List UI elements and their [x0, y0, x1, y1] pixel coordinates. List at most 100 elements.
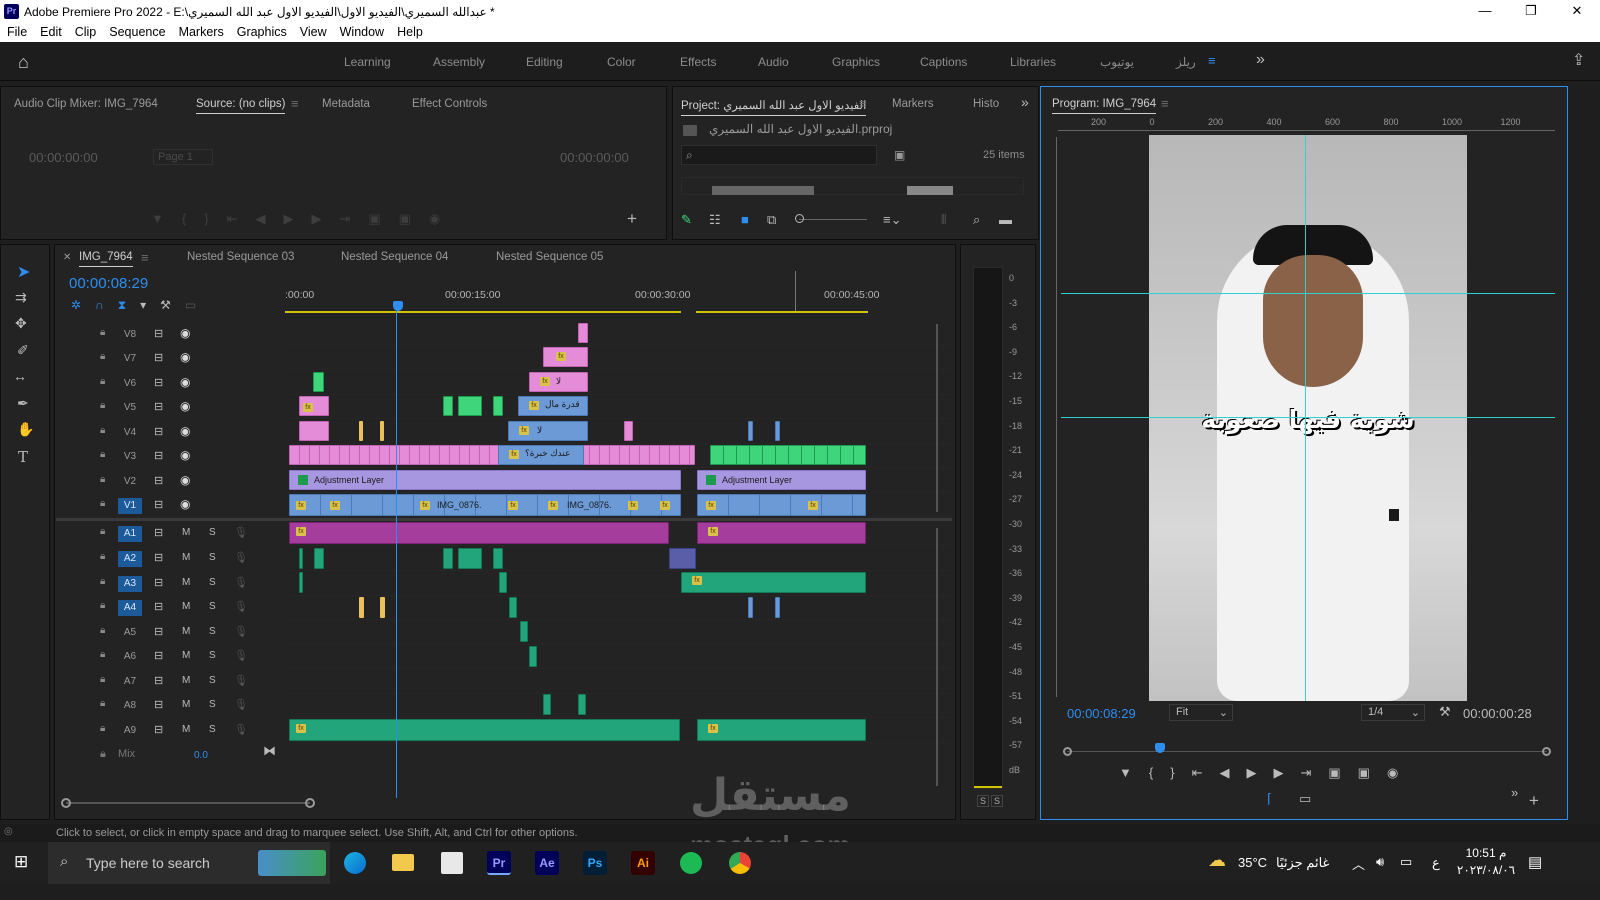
- project-search-input[interactable]: ⌕: [681, 145, 877, 165]
- type-tool-icon[interactable]: T: [18, 448, 28, 466]
- track-target-v7[interactable]: V7: [118, 351, 142, 367]
- program-timecode[interactable]: 00:00:08:29: [1067, 706, 1136, 721]
- automate-icon[interactable]: ⫴: [941, 212, 946, 228]
- tab-markers[interactable]: Markers: [892, 98, 934, 110]
- tab-nested-04[interactable]: Nested Sequence 04: [341, 251, 448, 263]
- slip-tool-icon[interactable]: ↔: [13, 368, 27, 384]
- track-target-a8[interactable]: A8: [118, 698, 142, 714]
- video-v-scrollbar[interactable]: [936, 324, 938, 512]
- selection-tool-icon[interactable]: ➤: [17, 262, 30, 282]
- video-audio-divider[interactable]: [56, 518, 952, 521]
- program-playhead[interactable]: [1155, 743, 1165, 753]
- tab-metadata[interactable]: Metadata: [322, 98, 370, 110]
- ws-audio[interactable]: Audio: [758, 55, 789, 69]
- mix-value[interactable]: 0.0: [194, 750, 208, 761]
- chrome-icon[interactable]: [729, 852, 751, 874]
- eye-icon[interactable]: ◉: [180, 350, 190, 364]
- microphone-icon[interactable]: 🎙︎: [234, 600, 248, 613]
- resolution-select[interactable]: 1/4 ⌄: [1361, 704, 1425, 721]
- thumbnail[interactable]: [907, 186, 953, 195]
- sync-lock-icon[interactable]: ⊟: [154, 351, 163, 364]
- sync-lock-icon[interactable]: ⊟: [154, 723, 163, 736]
- icon-view-icon[interactable]: ■: [741, 212, 749, 227]
- project-thumbnails[interactable]: [681, 177, 1024, 195]
- after-effects-icon[interactable]: Ae: [535, 851, 559, 875]
- microphone-icon[interactable]: 🎙︎: [234, 551, 248, 564]
- new-bin-icon[interactable]: ▣: [894, 148, 905, 162]
- freeform-view-icon[interactable]: ⧉: [767, 212, 776, 228]
- tab-program[interactable]: Program: IMG_7964: [1052, 98, 1157, 114]
- extract-icon[interactable]: ▣: [1358, 765, 1387, 780]
- add-marker-icon[interactable]: ▼: [1119, 765, 1149, 780]
- spotify-icon[interactable]: [680, 852, 702, 874]
- more-panels-icon[interactable]: »: [1021, 94, 1029, 110]
- timeline-timecode[interactable]: 00:00:08:29: [69, 275, 148, 292]
- ws-menu-icon[interactable]: ≡: [1208, 53, 1216, 68]
- ws-youtube[interactable]: يوتيوب: [1100, 55, 1134, 69]
- more-controls-icon[interactable]: »: [1511, 785, 1518, 800]
- find-icon[interactable]: ⌕: [973, 212, 980, 228]
- mute-button[interactable]: M: [182, 650, 190, 661]
- menu-clip[interactable]: Clip: [68, 24, 103, 39]
- mix-lock-icon[interactable]: 🔒︎: [100, 748, 106, 761]
- sync-lock-icon[interactable]: ⊟: [154, 327, 163, 340]
- lock-icon[interactable]: 🔒︎: [100, 498, 105, 509]
- sync-lock-icon[interactable]: ⊟: [154, 600, 163, 613]
- razor-tool-icon[interactable]: ✐: [17, 342, 29, 359]
- menu-help[interactable]: Help: [390, 24, 429, 39]
- taskbar-search-box[interactable]: ⌕ Type here to search: [48, 842, 330, 884]
- sync-lock-icon[interactable]: ⊟: [154, 376, 163, 389]
- sort-icon[interactable]: ≡⌄: [883, 212, 901, 228]
- track-target-v8[interactable]: V8: [118, 327, 142, 343]
- sync-lock-icon[interactable]: ⊟: [154, 625, 163, 638]
- meter-solo-left[interactable]: S: [977, 795, 990, 807]
- microphone-icon[interactable]: 🎙︎: [234, 649, 248, 662]
- mute-button[interactable]: M: [182, 675, 190, 686]
- track-target-a7[interactable]: A7: [118, 674, 142, 690]
- lock-icon[interactable]: 🔒︎: [100, 400, 105, 411]
- go-to-in-icon[interactable]: ⇤: [1192, 765, 1220, 780]
- sync-lock-icon[interactable]: ⊟: [154, 474, 163, 487]
- mute-button[interactable]: M: [182, 577, 190, 588]
- track-target-a6[interactable]: A6: [118, 649, 142, 665]
- comparison-view-icon[interactable]: ▭: [1299, 791, 1311, 807]
- work-area-bar[interactable]: [285, 311, 681, 313]
- safe-margins-icon[interactable]: ⌈: [1267, 791, 1272, 807]
- mark-out-icon[interactable]: }: [1170, 765, 1191, 780]
- track-target-a4[interactable]: A4: [118, 600, 142, 616]
- lock-icon[interactable]: 🔒︎: [100, 698, 105, 709]
- home-icon[interactable]: ⌂: [18, 52, 29, 73]
- lock-icon[interactable]: 🔒︎: [100, 674, 105, 685]
- pencil-icon[interactable]: ✎: [681, 212, 692, 228]
- track-target-v2[interactable]: V2: [118, 474, 142, 490]
- list-view-icon[interactable]: ☷: [709, 212, 721, 228]
- premiere-taskbar-icon[interactable]: Pr: [487, 851, 511, 875]
- menu-window[interactable]: Window: [333, 24, 390, 39]
- menu-markers[interactable]: Markers: [172, 24, 230, 39]
- track-target-v4[interactable]: V4: [118, 425, 142, 441]
- share-icon[interactable]: ⇪: [1572, 50, 1585, 70]
- fit-select[interactable]: Fit ⌄: [1169, 704, 1233, 721]
- sync-lock-icon[interactable]: ⊟: [154, 576, 163, 589]
- language-indicator[interactable]: ع: [1432, 855, 1440, 871]
- mark-in-icon[interactable]: {: [1149, 765, 1170, 780]
- track-target-v5[interactable]: V5: [118, 400, 142, 416]
- solo-button[interactable]: S: [209, 552, 216, 563]
- track-target-a3[interactable]: A3: [118, 576, 142, 592]
- meter-solo-right[interactable]: S: [991, 795, 1004, 807]
- track-target-a1[interactable]: A1: [118, 526, 142, 542]
- solo-button[interactable]: S: [209, 577, 216, 588]
- illustrator-icon[interactable]: Ai: [631, 851, 655, 875]
- program-scrubber[interactable]: [1063, 743, 1551, 756]
- weather-text[interactable]: غائم جزئيًا: [1276, 855, 1329, 871]
- go-to-out-icon[interactable]: ⇥: [1300, 765, 1328, 780]
- sync-lock-icon[interactable]: ⊟: [154, 425, 163, 438]
- menu-graphics[interactable]: Graphics: [230, 24, 293, 39]
- lock-icon[interactable]: 🔒︎: [100, 327, 105, 338]
- lift-icon[interactable]: ▣: [1328, 765, 1357, 780]
- mute-button[interactable]: M: [182, 552, 190, 563]
- step-back-icon[interactable]: ◀: [1219, 765, 1246, 780]
- linked-select-icon[interactable]: ⧗: [118, 298, 140, 312]
- track-target-v3[interactable]: V3: [118, 449, 142, 465]
- button-editor-icon[interactable]: +: [1529, 791, 1539, 811]
